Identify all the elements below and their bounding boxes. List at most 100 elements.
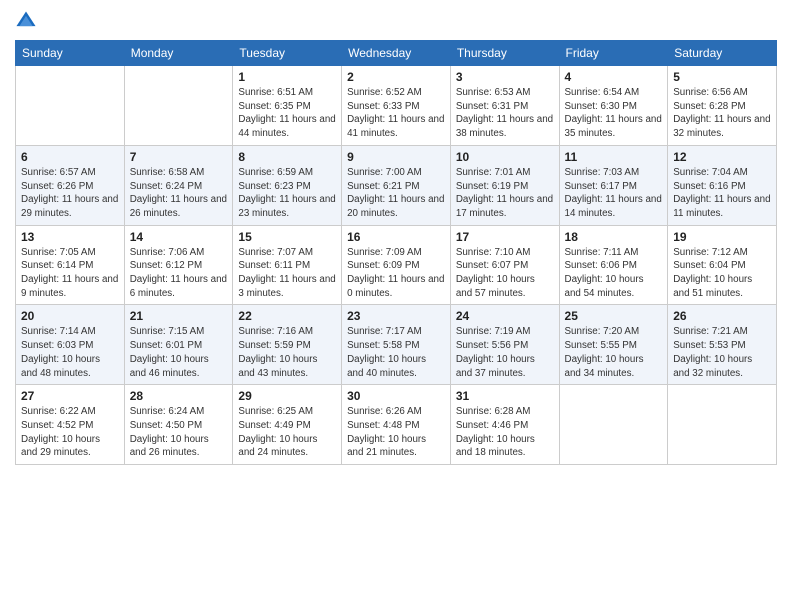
week-row-3: 13 Sunrise: 7:05 AMSunset: 6:14 PMDayligh…	[16, 225, 777, 305]
day-info: Sunrise: 6:57 AMSunset: 6:26 PMDaylight:…	[21, 166, 119, 221]
day-number: 22	[238, 309, 336, 323]
calendar-table: SundayMondayTuesdayWednesdayThursdayFrid…	[15, 40, 777, 465]
day-number: 20	[21, 309, 119, 323]
day-info: Sunrise: 7:14 AMSunset: 6:03 PMDaylight:…	[21, 325, 119, 380]
calendar-cell: 29 Sunrise: 6:25 AMSunset: 4:49 PMDayligh…	[233, 385, 342, 465]
day-info: Sunrise: 7:10 AMSunset: 6:07 PMDaylight:…	[456, 246, 554, 301]
calendar-cell: 17 Sunrise: 7:10 AMSunset: 6:07 PMDayligh…	[450, 225, 559, 305]
day-number: 10	[456, 150, 554, 164]
column-header-sunday: Sunday	[16, 41, 125, 66]
calendar-cell: 7 Sunrise: 6:58 AMSunset: 6:24 PMDaylight…	[124, 145, 233, 225]
day-number: 30	[347, 389, 445, 403]
column-header-wednesday: Wednesday	[342, 41, 451, 66]
column-header-monday: Monday	[124, 41, 233, 66]
week-row-1: 1Sunrise: 6:51 AMSunset: 6:35 PMDaylight…	[16, 66, 777, 146]
calendar-cell: 14 Sunrise: 7:06 AMSunset: 6:12 PMDayligh…	[124, 225, 233, 305]
day-info: Sunrise: 7:12 AMSunset: 6:04 PMDaylight:…	[673, 246, 771, 301]
calendar-cell: 28 Sunrise: 6:24 AMSunset: 4:50 PMDayligh…	[124, 385, 233, 465]
day-number: 28	[130, 389, 228, 403]
calendar-cell: 15 Sunrise: 7:07 AMSunset: 6:11 PMDayligh…	[233, 225, 342, 305]
day-number: 2	[347, 70, 445, 84]
page-header	[15, 10, 777, 32]
calendar-cell	[124, 66, 233, 146]
calendar-cell: 20 Sunrise: 7:14 AMSunset: 6:03 PMDayligh…	[16, 305, 125, 385]
day-info: Sunrise: 6:24 AMSunset: 4:50 PMDaylight:…	[130, 405, 228, 460]
calendar-cell	[559, 385, 668, 465]
calendar-cell: 4Sunrise: 6:54 AMSunset: 6:30 PMDaylight…	[559, 66, 668, 146]
day-info: Sunrise: 7:19 AMSunset: 5:56 PMDaylight:…	[456, 325, 554, 380]
day-number: 11	[565, 150, 663, 164]
calendar-cell	[668, 385, 777, 465]
calendar-cell: 21 Sunrise: 7:15 AMSunset: 6:01 PMDayligh…	[124, 305, 233, 385]
day-number: 23	[347, 309, 445, 323]
day-info: Sunrise: 7:04 AMSunset: 6:16 PMDaylight:…	[673, 166, 771, 221]
day-info: Sunrise: 7:16 AMSunset: 5:59 PMDaylight:…	[238, 325, 336, 380]
day-number: 9	[347, 150, 445, 164]
day-number: 17	[456, 230, 554, 244]
column-header-friday: Friday	[559, 41, 668, 66]
logo	[15, 10, 41, 32]
column-header-tuesday: Tuesday	[233, 41, 342, 66]
day-number: 16	[347, 230, 445, 244]
calendar-header-row: SundayMondayTuesdayWednesdayThursdayFrid…	[16, 41, 777, 66]
day-info: Sunrise: 6:51 AMSunset: 6:35 PMDaylight:…	[238, 86, 336, 141]
calendar-cell: 24Sunrise: 7:19 AMSunset: 5:56 PMDayligh…	[450, 305, 559, 385]
day-number: 26	[673, 309, 771, 323]
calendar-cell: 1Sunrise: 6:51 AMSunset: 6:35 PMDaylight…	[233, 66, 342, 146]
calendar-cell: 9 Sunrise: 7:00 AMSunset: 6:21 PMDaylight…	[342, 145, 451, 225]
day-info: Sunrise: 7:15 AMSunset: 6:01 PMDaylight:…	[130, 325, 228, 380]
day-info: Sunrise: 6:59 AMSunset: 6:23 PMDaylight:…	[238, 166, 336, 221]
day-info: Sunrise: 7:07 AMSunset: 6:11 PMDaylight:…	[238, 246, 336, 301]
day-info: Sunrise: 6:28 AMSunset: 4:46 PMDaylight:…	[456, 405, 554, 460]
calendar-cell: 25Sunrise: 7:20 AMSunset: 5:55 PMDayligh…	[559, 305, 668, 385]
calendar-cell: 5 Sunrise: 6:56 AMSunset: 6:28 PMDaylight…	[668, 66, 777, 146]
calendar-cell: 3 Sunrise: 6:53 AMSunset: 6:31 PMDaylight…	[450, 66, 559, 146]
day-info: Sunrise: 7:17 AMSunset: 5:58 PMDaylight:…	[347, 325, 445, 380]
day-info: Sunrise: 6:58 AMSunset: 6:24 PMDaylight:…	[130, 166, 228, 221]
calendar-cell	[16, 66, 125, 146]
calendar-cell: 23 Sunrise: 7:17 AMSunset: 5:58 PMDayligh…	[342, 305, 451, 385]
calendar-cell: 10 Sunrise: 7:01 AMSunset: 6:19 PMDayligh…	[450, 145, 559, 225]
day-info: Sunrise: 6:54 AMSunset: 6:30 PMDaylight:…	[565, 86, 663, 141]
calendar-cell: 12 Sunrise: 7:04 AMSunset: 6:16 PMDayligh…	[668, 145, 777, 225]
day-number: 18	[565, 230, 663, 244]
day-number: 27	[21, 389, 119, 403]
day-number: 29	[238, 389, 336, 403]
day-number: 31	[456, 389, 554, 403]
day-info: Sunrise: 7:21 AMSunset: 5:53 PMDaylight:…	[673, 325, 771, 380]
calendar-cell: 11 Sunrise: 7:03 AMSunset: 6:17 PMDayligh…	[559, 145, 668, 225]
week-row-4: 20 Sunrise: 7:14 AMSunset: 6:03 PMDayligh…	[16, 305, 777, 385]
day-number: 13	[21, 230, 119, 244]
day-info: Sunrise: 6:25 AMSunset: 4:49 PMDaylight:…	[238, 405, 336, 460]
day-number: 12	[673, 150, 771, 164]
day-info: Sunrise: 7:05 AMSunset: 6:14 PMDaylight:…	[21, 246, 119, 301]
day-number: 19	[673, 230, 771, 244]
calendar-cell: 6 Sunrise: 6:57 AMSunset: 6:26 PMDaylight…	[16, 145, 125, 225]
day-number: 3	[456, 70, 554, 84]
day-number: 7	[130, 150, 228, 164]
day-number: 15	[238, 230, 336, 244]
day-info: Sunrise: 7:09 AMSunset: 6:09 PMDaylight:…	[347, 246, 445, 301]
calendar-cell: 16 Sunrise: 7:09 AMSunset: 6:09 PMDayligh…	[342, 225, 451, 305]
day-info: Sunrise: 7:06 AMSunset: 6:12 PMDaylight:…	[130, 246, 228, 301]
day-info: Sunrise: 6:52 AMSunset: 6:33 PMDaylight:…	[347, 86, 445, 141]
day-info: Sunrise: 6:56 AMSunset: 6:28 PMDaylight:…	[673, 86, 771, 141]
day-number: 6	[21, 150, 119, 164]
column-header-saturday: Saturday	[668, 41, 777, 66]
calendar-cell: 8 Sunrise: 6:59 AMSunset: 6:23 PMDaylight…	[233, 145, 342, 225]
calendar-cell: 26 Sunrise: 7:21 AMSunset: 5:53 PMDayligh…	[668, 305, 777, 385]
calendar-cell: 27Sunrise: 6:22 AMSunset: 4:52 PMDayligh…	[16, 385, 125, 465]
day-info: Sunrise: 7:03 AMSunset: 6:17 PMDaylight:…	[565, 166, 663, 221]
day-number: 5	[673, 70, 771, 84]
calendar-cell: 30Sunrise: 6:26 AMSunset: 4:48 PMDayligh…	[342, 385, 451, 465]
day-info: Sunrise: 7:11 AMSunset: 6:06 PMDaylight:…	[565, 246, 663, 301]
day-info: Sunrise: 6:53 AMSunset: 6:31 PMDaylight:…	[456, 86, 554, 141]
calendar-cell: 31 Sunrise: 6:28 AMSunset: 4:46 PMDayligh…	[450, 385, 559, 465]
day-number: 21	[130, 309, 228, 323]
calendar-cell: 18 Sunrise: 7:11 AMSunset: 6:06 PMDayligh…	[559, 225, 668, 305]
day-info: Sunrise: 7:00 AMSunset: 6:21 PMDaylight:…	[347, 166, 445, 221]
day-number: 14	[130, 230, 228, 244]
day-number: 8	[238, 150, 336, 164]
calendar-cell: 2 Sunrise: 6:52 AMSunset: 6:33 PMDaylight…	[342, 66, 451, 146]
day-info: Sunrise: 7:01 AMSunset: 6:19 PMDaylight:…	[456, 166, 554, 221]
